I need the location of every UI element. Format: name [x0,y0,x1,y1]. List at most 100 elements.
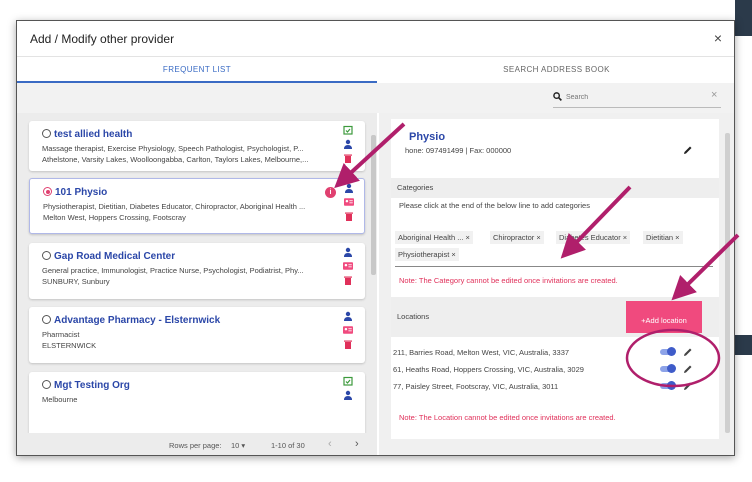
provider-name: 101 Physio [43,187,107,198]
provider-specialties: Massage therapist, Exercise Physiology, … [42,144,304,153]
location-row: 61, Heaths Road, Hoppers Crossing, VIC, … [391,361,719,378]
category-chip[interactable]: Diabetes Educator × [556,231,631,244]
provider-name-text: Mgt Testing Org [54,380,130,391]
detail-title: Physio [409,131,446,143]
location-address: 61, Heaths Road, Hoppers Crossing, VIC, … [393,365,584,374]
card-actions [340,247,356,289]
provider-name-text: test allied health [54,129,133,140]
provider-name: Mgt Testing Org [42,380,130,391]
modal-header: Add / Modify other provider × [17,21,734,57]
provider-specialties: Pharmacist [42,330,80,339]
rows-per-page-label: Rows per page: [169,441,222,450]
search-row: × [17,83,734,113]
provider-specialties: General practice, Immunologist, Practice… [42,266,304,275]
radio-button[interactable] [42,251,51,260]
category-input-line[interactable] [395,266,713,267]
provider-specialties: Physiotherapist, Dietitian, Diabetes Edu… [43,202,306,211]
category-chip[interactable]: Chiropractor × [490,231,544,244]
provider-modal: Add / Modify other provider × FREQUENT L… [16,20,735,456]
categories-hint: Please click at the end of the below lin… [399,201,590,210]
page-range: 1-10 of 30 [271,441,305,450]
provider-card[interactable]: Mgt Testing Org Melbourne [29,372,365,433]
category-note: Note: The Category cannot be edited once… [399,276,618,285]
detail-scrollbar[interactable] [725,133,730,433]
provider-card[interactable]: Advantage Pharmacy - Elsternwick Pharmac… [29,307,365,363]
location-address: 77, Paisley Street, Footscray, VIC, Aust… [393,382,559,391]
provider-detail-pane: Physio hone: 097491499 | Fax: 000000 Cat… [379,113,734,455]
prev-page-button[interactable]: ‹ [328,438,332,450]
location-row: 77, Paisley Street, Footscray, VIC, Aust… [391,378,719,395]
location-address: 211, Barries Road, Melton West, VIC, Aus… [393,348,570,357]
pencil-icon[interactable] [683,145,693,155]
rows-per-page-select[interactable]: 10 ▾ [231,441,245,450]
tab-bar: FREQUENT LIST SEARCH ADDRESS BOOK [17,57,734,83]
provider-name: Gap Road Medical Center [42,251,175,262]
person-icon[interactable] [343,247,353,257]
provider-suburbs: Melton West, Hoppers Crossing, Footscray [43,213,186,222]
radio-button[interactable] [43,187,52,196]
background-bar-strip [735,335,752,355]
search-input[interactable] [566,90,706,104]
person-icon[interactable] [343,139,353,149]
pencil-icon[interactable] [683,347,693,357]
close-button[interactable]: × [714,30,722,46]
toggle-on-icon[interactable] [660,381,676,390]
id-card-icon[interactable] [344,197,354,207]
search-clear-button[interactable]: × [711,89,717,101]
location-note: Note: The Location cannot be edited once… [399,413,616,422]
provider-name-text: Gap Road Medical Center [54,251,176,262]
provider-name-text: Advantage Pharmacy - Elsternwick [54,315,221,326]
calendar-check-icon[interactable] [343,125,353,135]
trash-icon[interactable] [343,153,353,163]
toggle-on-icon[interactable] [660,364,676,373]
id-card-icon[interactable] [343,261,353,271]
pagination: Rows per page: 10 ▾ 1-10 of 30 ‹ › [17,433,377,455]
list-scrollbar[interactable] [371,135,376,275]
trash-icon[interactable] [343,275,353,285]
person-icon[interactable] [343,390,353,400]
radio-button[interactable] [42,380,51,389]
background-header-strip [735,0,752,36]
person-icon[interactable] [343,311,353,321]
provider-name: test allied health [42,129,132,140]
search-icon [553,92,562,101]
provider-name-text: 101 Physio [55,187,108,198]
card-actions [340,125,356,167]
toggle-on-icon[interactable] [660,347,676,356]
provider-suburbs: SUNBURY, Sunbury [42,277,110,286]
provider-card[interactable]: Gap Road Medical Center General practice… [29,243,365,299]
radio-button[interactable] [42,315,51,324]
trash-icon[interactable] [343,339,353,349]
trash-icon[interactable] [344,211,354,221]
provider-card-selected[interactable]: 101 Physio i Physiotherapist, Dietitian,… [29,178,365,234]
search-underline [553,107,721,108]
categories-header: Categories [391,178,719,198]
person-icon[interactable] [344,183,354,193]
frequent-list: test allied health Massage therapist, Ex… [17,113,377,433]
radio-button[interactable] [42,129,51,138]
category-chip[interactable]: Dietitian × [643,231,683,244]
add-location-button[interactable]: +Add location [626,301,702,333]
pencil-icon[interactable] [683,364,693,374]
card-actions [340,311,356,353]
tab-frequent-list[interactable]: FREQUENT LIST [17,57,377,83]
location-row: 211, Barries Road, Melton West, VIC, Aus… [391,344,719,361]
calendar-check-icon[interactable] [343,376,353,386]
provider-card[interactable]: test allied health Massage therapist, Ex… [29,121,365,171]
modal-title: Add / Modify other provider [30,32,175,46]
card-actions [341,183,357,225]
provider-suburbs: Athelstone, Varsity Lakes, Woolloongabba… [42,155,309,164]
provider-detail: Physio hone: 097491499 | Fax: 000000 Cat… [391,119,719,439]
provider-name: Advantage Pharmacy - Elsternwick [42,315,220,326]
next-page-button[interactable]: › [355,438,359,450]
provider-suburbs: ELSTERNWICK [42,341,97,350]
id-card-icon[interactable] [343,325,353,335]
category-chip[interactable]: Aboriginal Health ... × [395,231,473,244]
provider-suburbs: Melbourne [42,395,78,404]
category-chip[interactable]: Physiotherapist × [395,248,459,261]
card-actions [340,376,356,404]
info-icon[interactable]: i [325,187,336,198]
detail-phone: hone: 097491499 | Fax: 000000 [405,146,512,155]
pencil-icon[interactable] [683,381,693,391]
tab-search-address-book[interactable]: SEARCH ADDRESS BOOK [377,57,734,83]
